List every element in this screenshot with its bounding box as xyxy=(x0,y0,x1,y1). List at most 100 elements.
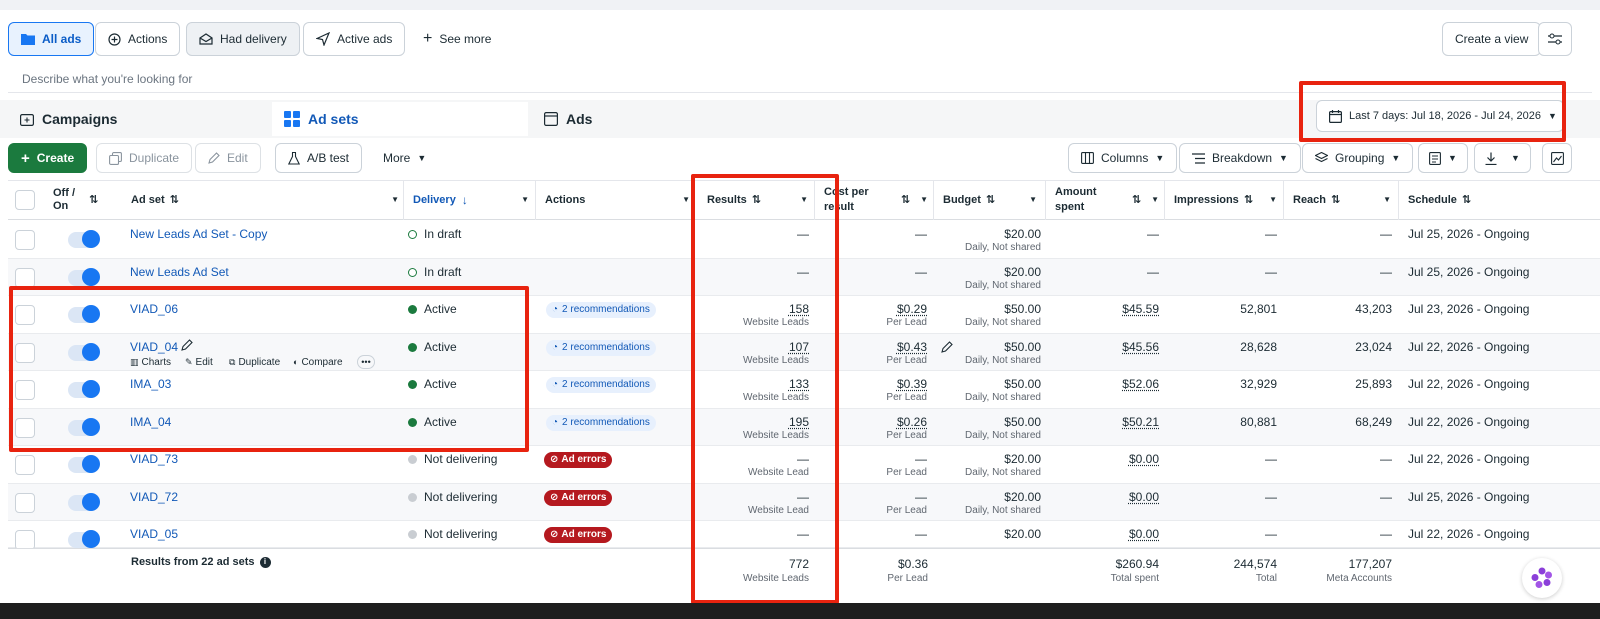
on-off-toggle[interactable] xyxy=(68,493,100,511)
view-had-delivery[interactable]: Had delivery xyxy=(186,22,300,56)
sort-icon: ⇅ xyxy=(1131,193,1142,206)
cost-per-result-value[interactable]: $0.43 xyxy=(825,340,927,354)
reach-value: 23,024 xyxy=(1355,340,1392,354)
schedule-value: Jul 22, 2026 - Ongoing xyxy=(1408,340,1530,354)
budget-edit-pencil-icon[interactable] xyxy=(941,341,953,356)
impressions-value: — xyxy=(1265,265,1277,279)
error-icon: ⊘ xyxy=(550,454,559,465)
on-off-toggle[interactable] xyxy=(68,268,100,286)
on-off-toggle[interactable] xyxy=(68,530,100,548)
caret-down-icon: ▼ xyxy=(391,195,399,204)
recommendations-badge[interactable]: ◔ 2 recommendations xyxy=(546,340,656,356)
column-divider[interactable] xyxy=(1283,180,1284,220)
view-all-ads[interactable]: All ads xyxy=(8,22,95,56)
recommendation-icon: ◔ xyxy=(552,379,559,390)
cost-per-result-value[interactable]: $0.39 xyxy=(825,377,927,391)
ad-set-name-link[interactable]: VIAD_05 xyxy=(130,527,178,541)
view-settings-button[interactable] xyxy=(1538,22,1572,56)
amount-spent-value[interactable]: $50.21 xyxy=(1056,415,1159,429)
ad-errors-badge[interactable]: ⊘ Ad errors xyxy=(544,527,613,543)
amount-spent-value[interactable]: $45.59 xyxy=(1056,302,1159,316)
chart-icon xyxy=(1550,151,1564,165)
cost-per-result-type: Per Lead xyxy=(886,505,927,516)
header-delivery[interactable]: Delivery ↓ ▼ xyxy=(413,180,529,220)
header-schedule[interactable]: Schedule ⇅ xyxy=(1408,180,1558,220)
columns-button[interactable]: Columns ▼ xyxy=(1068,143,1178,173)
tab-ads[interactable]: Ads xyxy=(532,102,772,136)
amount-spent-value[interactable]: $0.00 xyxy=(1056,527,1159,541)
column-divider[interactable] xyxy=(1045,180,1046,220)
ad-errors-badge[interactable]: ⊘ Ad errors xyxy=(544,452,613,468)
reports-button[interactable]: ▼ xyxy=(1418,143,1468,173)
delivery-text: In draft xyxy=(424,227,462,241)
ab-test-button[interactable]: A/B test xyxy=(275,143,363,173)
ad-set-name-link[interactable]: VIAD_72 xyxy=(130,490,178,504)
on-off-toggle[interactable] xyxy=(68,455,100,473)
recommendations-badge[interactable]: ◔ 2 recommendations xyxy=(546,377,656,393)
caret-down-icon: ▼ xyxy=(1155,152,1165,163)
create-button[interactable]: + Create xyxy=(8,143,88,173)
row-checkbox[interactable] xyxy=(15,268,35,288)
summary-impressions-sub: Total xyxy=(1255,573,1277,584)
ad-errors-badge[interactable]: ⊘ Ad errors xyxy=(544,490,613,506)
header-reach[interactable]: Reach ⇅ ▼ xyxy=(1293,180,1391,220)
reach-value: — xyxy=(1380,527,1392,541)
view-see-more[interactable]: + See more xyxy=(410,22,504,56)
amount-spent-value[interactable]: $0.00 xyxy=(1056,490,1159,504)
row-checkbox[interactable] xyxy=(15,230,35,250)
header-amount-spent[interactable]: Amount spent ⇅ ▼ xyxy=(1055,180,1159,220)
create-view-button[interactable]: Create a view xyxy=(1442,22,1542,56)
header-impressions[interactable]: Impressions ⇅ ▼ xyxy=(1174,180,1277,220)
report-icon xyxy=(1429,151,1441,165)
tab-ad-sets[interactable]: Ad sets xyxy=(272,102,528,136)
cost-per-result-value[interactable]: $0.26 xyxy=(825,415,927,429)
column-divider[interactable] xyxy=(1398,180,1399,220)
more-button[interactable]: More ▼ xyxy=(370,143,439,173)
export-button[interactable]: ▼ xyxy=(1474,143,1531,173)
amount-spent-value[interactable]: $45.56 xyxy=(1056,340,1159,354)
on-off-toggle[interactable] xyxy=(68,230,100,248)
breakdown-button[interactable]: Breakdown ▼ xyxy=(1179,143,1301,173)
row-checkbox[interactable] xyxy=(15,493,35,513)
recommendations-badge[interactable]: ◔ 2 recommendations xyxy=(546,415,656,431)
amount-spent-value[interactable]: $0.00 xyxy=(1056,452,1159,466)
select-all-checkbox[interactable] xyxy=(15,190,35,210)
highlight-active-ad-sets xyxy=(9,286,529,452)
ad-set-name-link[interactable]: New Leads Ad Set - Copy xyxy=(130,227,267,241)
header-ad-set[interactable]: Ad set ⇅ ▼ xyxy=(131,180,399,220)
header-cost-per-result[interactable]: Cost per result ⇅ ▼ xyxy=(824,180,928,220)
chart-toggle-button[interactable] xyxy=(1542,143,1572,173)
reach-value: — xyxy=(1380,227,1392,241)
budget-value: $50.00 xyxy=(1004,340,1041,354)
header-actions[interactable]: Actions ▼ xyxy=(545,180,690,220)
assistant-button[interactable] xyxy=(1522,558,1562,598)
tab-campaigns[interactable]: Campaigns xyxy=(8,102,270,136)
amount-spent-value[interactable]: $52.06 xyxy=(1056,377,1159,391)
recommendations-badge[interactable]: ◔ 2 recommendations xyxy=(546,302,656,318)
ad-errors-label: Ad errors xyxy=(561,529,607,540)
budget-value: $50.00 xyxy=(1004,377,1041,391)
column-divider[interactable] xyxy=(535,180,536,220)
grouping-button[interactable]: Grouping ▼ xyxy=(1302,143,1414,173)
ad-set-name-link[interactable]: VIAD_73 xyxy=(130,452,178,466)
column-divider[interactable] xyxy=(933,180,934,220)
budget-value: $50.00 xyxy=(1004,415,1041,429)
ad-set-name-link[interactable]: New Leads Ad Set xyxy=(130,265,229,279)
cost-per-result-type: Per Lead xyxy=(886,355,927,366)
duplicate-button[interactable]: Duplicate xyxy=(96,143,193,173)
header-budget[interactable]: Budget ⇅ ▼ xyxy=(943,180,1037,220)
view-active-ads[interactable]: Active ads xyxy=(303,22,406,56)
error-icon: ⊘ xyxy=(550,529,559,540)
caret-down-icon: ▼ xyxy=(1448,152,1457,163)
sort-icon: ⇅ xyxy=(89,193,99,206)
row-checkbox[interactable] xyxy=(15,530,35,550)
delivery-status: Not delivering xyxy=(408,452,497,466)
info-icon[interactable]: i xyxy=(259,556,271,568)
column-divider[interactable] xyxy=(1164,180,1165,220)
column-divider[interactable] xyxy=(403,180,404,220)
header-off-on[interactable]: Off / On ⇅ xyxy=(53,180,113,220)
view-actions[interactable]: Actions xyxy=(95,22,181,56)
edit-button[interactable]: Edit xyxy=(195,143,261,173)
cost-per-result-value[interactable]: $0.29 xyxy=(825,302,927,316)
row-checkbox[interactable] xyxy=(15,455,35,475)
